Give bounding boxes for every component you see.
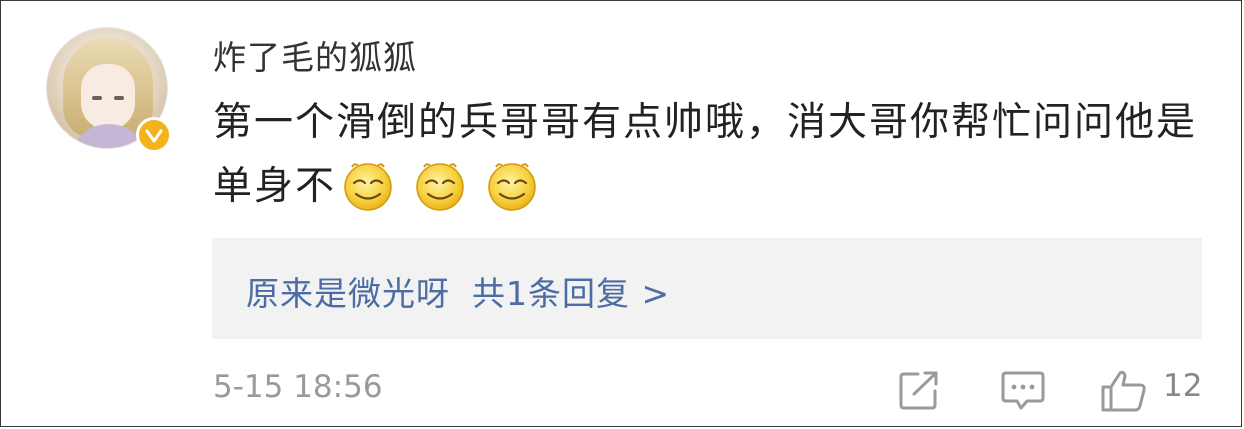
comment-timestamp: 5-15 18:56 [213, 369, 383, 405]
reply-count-link[interactable]: 共1条回复 > [472, 274, 670, 313]
avatar[interactable] [46, 27, 172, 153]
reply-preview[interactable]: 原来是微光呀 共1条回复 > [212, 238, 1202, 339]
comment-body: 第一个滑倒的兵哥哥有点帅哦，消大哥你帮忙问问他是单身不 [213, 91, 1213, 231]
grin-emoji-icon [414, 159, 466, 231]
comment-card: 炸了毛的狐狐 第一个滑倒的兵哥哥有点帅哦，消大哥你帮忙问问他是单身不 原来是微光… [0, 0, 1242, 427]
comment-icon[interactable] [1001, 369, 1045, 411]
verified-badge-icon [136, 117, 172, 153]
thumbs-up-icon[interactable] [1100, 369, 1148, 412]
grin-emoji-icon [486, 159, 538, 231]
reply-preview-text: 原来是微光呀 共1条回复 > [246, 267, 670, 315]
share-icon[interactable] [898, 369, 942, 411]
grin-emoji-icon [342, 159, 394, 231]
reply-author[interactable]: 原来是微光呀 [246, 274, 450, 313]
like-count: 12 [1163, 368, 1203, 404]
username[interactable]: 炸了毛的狐狐 [213, 31, 417, 79]
